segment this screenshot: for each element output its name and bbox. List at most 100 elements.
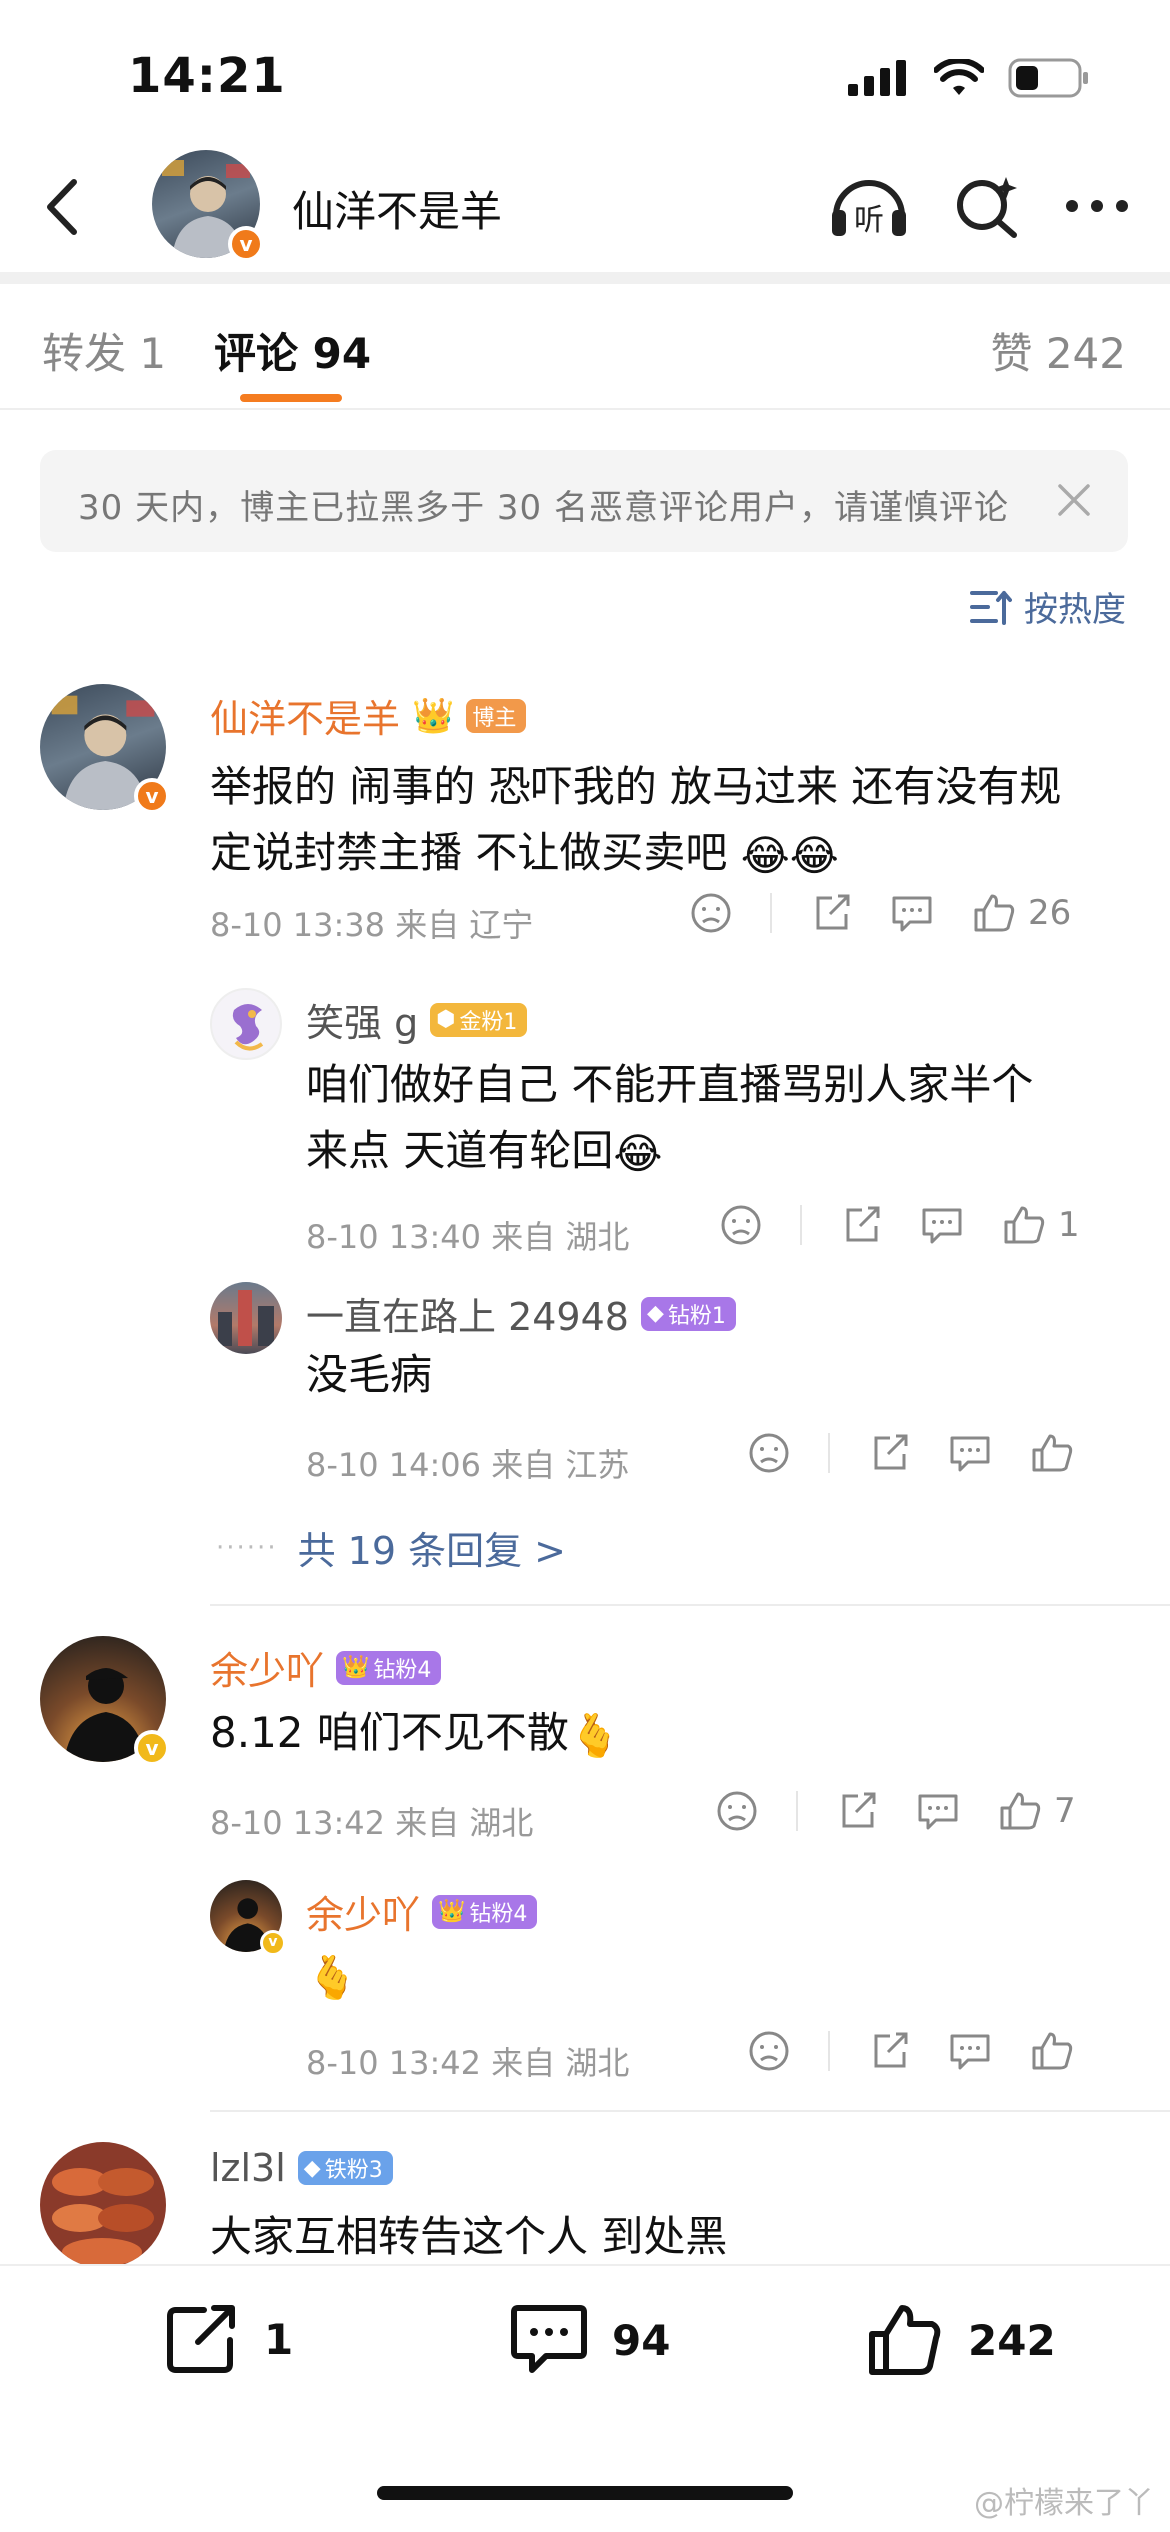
comment-text: 咱们做好自己 不能开直播骂别人家半个 来点 天道有轮回😂 (306, 1052, 1033, 1187)
diamond-icon: ◆ (303, 2155, 321, 2181)
status-time: 14:21 (128, 48, 286, 104)
share-icon[interactable] (836, 1790, 878, 1832)
comment-button[interactable]: 94 (510, 2302, 670, 2378)
comment-text-line: 大家互相转告这个人 到处黑 (210, 2212, 728, 2261)
verified-badge-icon: v (134, 1730, 170, 1766)
listen-headphones-icon[interactable]: 听 (828, 170, 910, 242)
comment-actions: 7 (716, 1790, 1076, 1832)
commenter-name[interactable]: lzl3l ◆ 铁粉3 (210, 2146, 393, 2190)
badge-label: 钻粉1 (667, 1303, 726, 1329)
commenter-name[interactable]: 一直在路上 24948 ◆ 钻粉1 (306, 1286, 736, 1341)
share-icon[interactable] (868, 1432, 910, 1474)
comment-divider (210, 1604, 1170, 1606)
comment-text: 举报的 闹事的 恐吓我的 放马过来 还有没有规 定说封禁主播 不让做买卖吧 😂😂 (210, 754, 1061, 889)
commenter-name[interactable]: 余少吖 👑 钻粉4 (210, 1640, 442, 1695)
comment-text: 没毛病 (306, 1342, 432, 1408)
dragon-avatar-image (232, 1004, 264, 1051)
comment-text: 大家互相转告这个人 到处黑 (210, 2204, 727, 2270)
badge-label: 博主 (472, 705, 517, 731)
like-button[interactable]: 7 (998, 1790, 1076, 1832)
commenter-name[interactable]: 余少吖 👑 钻粉4 (306, 1884, 538, 1939)
fan-badge: 👑 钻粉4 (336, 1650, 442, 1685)
tab-likes[interactable]: 赞 242 (990, 320, 1126, 381)
thumbs-up-icon (974, 894, 1015, 932)
reply-comment-icon[interactable] (948, 2030, 992, 2072)
avatar[interactable] (40, 2142, 166, 2268)
commenter-name-text: 余少吖 (210, 1649, 325, 1693)
thumbs-up-icon[interactable] (1030, 1432, 1074, 1474)
thumbs-up-icon (869, 2305, 941, 2375)
comment-actions: 1 (720, 1204, 1080, 1246)
profile-avatar[interactable]: v (152, 150, 264, 262)
finger-heart-emoji-icon: 🫰 (306, 1952, 359, 2002)
avatar[interactable] (210, 1282, 282, 1354)
avatar[interactable]: v (210, 1880, 286, 1956)
crying-laughing-emoji-icon: 😂 (740, 830, 790, 880)
share-icon[interactable] (810, 892, 852, 934)
reply-comment-icon[interactable] (916, 1790, 960, 1832)
divider (770, 893, 772, 933)
commenter-name[interactable]: 笑强 g ⬢ 金粉1 (306, 992, 528, 1047)
like-button[interactable]: 242 (866, 2302, 1056, 2378)
comment-text-line: 咱们做好自己 不能开直播骂别人家半个 (306, 1060, 1034, 1109)
commenter-name[interactable]: 仙洋不是羊 👑 博主 (210, 688, 527, 743)
sort-toggle[interactable]: 按热度 (970, 582, 1126, 631)
divider (828, 2031, 830, 2071)
avatar[interactable]: v (40, 684, 170, 814)
reply-comment-icon[interactable] (920, 1204, 964, 1246)
dislike-face-icon[interactable] (748, 2030, 790, 2072)
share-icon[interactable] (868, 2030, 910, 2072)
comment-meta: 8-10 13:42 来自 湖北 (306, 2044, 630, 2082)
like-button[interactable]: 26 (972, 892, 1071, 934)
tab-bar: 转发 1 评论 94 赞 242 (0, 290, 1170, 410)
notice-banner: 30 天内，博主已拉黑多于 30 名恶意评论用户，请谨慎评论 (40, 450, 1128, 552)
avatar[interactable] (210, 988, 282, 1060)
search-sparkle-icon[interactable] (954, 173, 1020, 239)
status-icons (848, 58, 1090, 98)
repost-count: 1 (264, 2314, 294, 2364)
comment-meta: 8-10 14:06 来自 江苏 (306, 1446, 630, 1484)
wifi-icon (934, 59, 984, 95)
badge-label: 钻粉4 (373, 1657, 432, 1683)
dislike-face-icon[interactable] (720, 1204, 762, 1246)
repost-button[interactable]: 1 (164, 2302, 293, 2376)
battery-icon (1008, 58, 1088, 98)
more-replies-text: 共 19 条回复 > (297, 1529, 567, 1573)
nav-actions: 听 (828, 170, 1130, 242)
status-bar: 14:21 (0, 0, 1170, 150)
back-icon[interactable] (30, 172, 100, 242)
dislike-face-icon[interactable] (716, 1790, 758, 1832)
dots-divider: ······ (216, 1532, 278, 1563)
like-button[interactable]: 1 (1002, 1204, 1080, 1246)
fan-badge: ⬢ 金粉1 (430, 1002, 528, 1037)
crown-icon: 👑 (438, 1899, 466, 1924)
signal-icon (848, 60, 906, 96)
dislike-face-icon[interactable] (690, 892, 732, 934)
divider (800, 1205, 802, 1245)
badge-label: 钻粉4 (469, 1901, 528, 1927)
crown-icon: 👑 (412, 695, 455, 736)
reply-comment-icon[interactable] (890, 892, 934, 934)
share-icon[interactable] (840, 1204, 882, 1246)
svg-text:听: 听 (854, 203, 884, 238)
dislike-face-icon[interactable] (748, 1432, 790, 1474)
thumbs-up-icon[interactable] (1030, 2030, 1074, 2072)
comment-bubble-icon (511, 2305, 587, 2373)
view-more-replies-link[interactable]: ······ 共 19 条回复 > (216, 1520, 566, 1575)
comment-actions (748, 1432, 1074, 1474)
top-nav: v 仙洋不是羊 听 (0, 150, 1170, 270)
tab-repost[interactable]: 转发 1 (42, 320, 166, 381)
thumbs-up-icon (1004, 1206, 1045, 1244)
author-badge: 博主 (466, 698, 527, 733)
nav-title[interactable]: 仙洋不是羊 (292, 178, 502, 239)
avatar[interactable]: v (40, 1636, 170, 1766)
more-dots-icon[interactable] (1064, 196, 1130, 216)
close-icon[interactable] (1050, 476, 1098, 524)
reply-comment-icon[interactable] (948, 1432, 992, 1474)
fan-badge: 👑 钻粉4 (432, 1894, 538, 1929)
commenter-name-text: 余少吖 (306, 1893, 421, 1937)
thumbs-up-icon (1000, 1792, 1041, 1830)
fan-badge: ◆ 铁粉3 (297, 2151, 393, 2185)
comment-text-line: 举报的 闹事的 恐吓我的 放马过来 还有没有规 (210, 762, 1062, 811)
tab-comments[interactable]: 评论 94 (214, 320, 371, 381)
